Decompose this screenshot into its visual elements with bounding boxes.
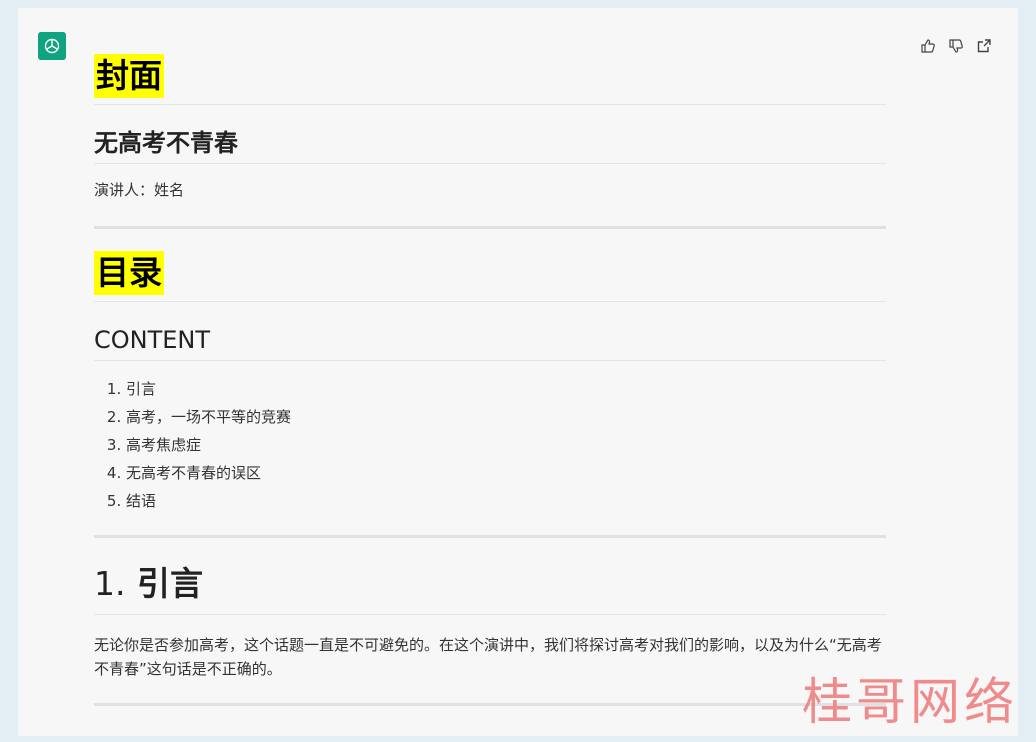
toc-heading: 目录 — [94, 251, 164, 295]
thumbs-down-icon[interactable] — [948, 38, 964, 54]
assistant-avatar — [38, 32, 66, 60]
message-content: 封面 无高考不青春 演讲人：姓名 目录 CONTENT 引言 高考，一场不平等的… — [94, 54, 886, 706]
cover-title: 无高考不青春 — [94, 119, 886, 164]
chat-message-panel: 封面 无高考不青春 演讲人：姓名 目录 CONTENT 引言 高考，一场不平等的… — [18, 8, 1018, 736]
toc-item: 高考焦虑症 — [126, 431, 886, 459]
section1-body: 无论你是否参加高考，这个话题一直是不可避免的。在这个演讲中，我们将探讨高考对我们… — [94, 636, 882, 678]
section1-title: 引言 — [137, 564, 203, 603]
watermark-text: 桂哥网络 — [802, 673, 1018, 731]
section1-number: 1. — [94, 564, 126, 603]
speaker-line: 演讲人：姓名 — [94, 181, 185, 199]
toc-list: 引言 高考，一场不平等的竞赛 高考焦虑症 无高考不青春的误区 结语 — [94, 375, 886, 515]
openai-logo-icon — [44, 38, 60, 54]
toc-item: 无高考不青春的误区 — [126, 459, 886, 487]
share-icon[interactable] — [976, 38, 992, 54]
message-actions — [920, 38, 992, 54]
section1-heading: 1. 引言 — [94, 556, 886, 615]
divider — [94, 226, 886, 229]
thumbs-up-icon[interactable] — [920, 38, 936, 54]
toc-item: 引言 — [126, 375, 886, 403]
divider — [94, 703, 886, 706]
toc-subtitle: CONTENT — [94, 316, 886, 361]
cover-heading-block: 封面 — [94, 54, 886, 105]
toc-item: 高考，一场不平等的竞赛 — [126, 403, 886, 431]
cover-heading: 封面 — [94, 54, 164, 98]
toc-item: 结语 — [126, 487, 886, 515]
toc-heading-block: 目录 — [94, 251, 886, 302]
divider — [94, 535, 886, 538]
